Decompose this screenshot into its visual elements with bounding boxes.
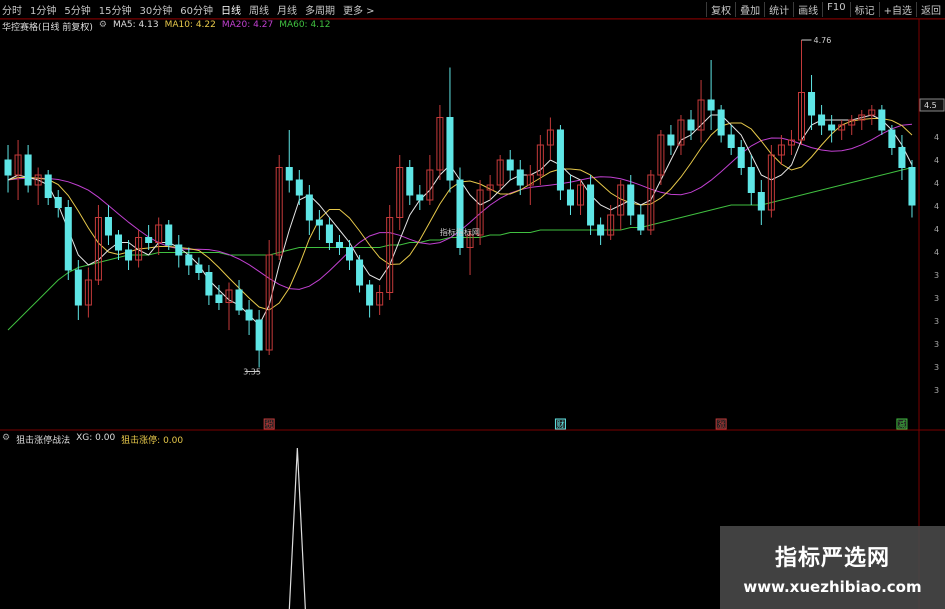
candle-body — [828, 124, 836, 131]
y-tick-label: 3 — [934, 363, 939, 372]
y-tick-label: 4 — [934, 248, 939, 257]
event-marker-label: 财 — [556, 419, 564, 429]
event-marker-label: 税 — [265, 419, 273, 429]
candle-body — [54, 197, 62, 208]
y-tick-label: 3 — [934, 340, 939, 349]
y-tick-label: 3 — [934, 317, 939, 326]
candle-body — [888, 129, 896, 148]
candle-body — [908, 167, 916, 206]
candle-body — [175, 244, 183, 256]
candle-body — [24, 154, 32, 186]
candle-body — [717, 109, 725, 136]
candle-body — [366, 284, 374, 306]
y-tick-label: 3 — [934, 271, 939, 280]
y-tick-label: 3 — [934, 294, 939, 303]
candle-body — [215, 294, 223, 303]
y-tick-label: 4 — [934, 225, 939, 234]
watermark-url: www.xuezhibiao.com — [743, 578, 922, 596]
candle-body — [64, 207, 72, 271]
candle-body — [145, 237, 153, 243]
candle-body — [456, 179, 464, 248]
watermark: 指标严选网 www.xuezhibiao.com — [720, 526, 945, 609]
candle-body — [346, 247, 354, 261]
candle-body — [235, 289, 243, 311]
candle-body — [195, 264, 203, 273]
y-tick-label: 4 — [934, 202, 939, 211]
candle-body — [898, 147, 906, 168]
candle-body — [566, 189, 574, 206]
candle-body — [125, 249, 133, 261]
candle-body — [627, 184, 635, 216]
candle-body — [185, 254, 193, 266]
candle-body — [255, 319, 263, 351]
candle-body — [637, 214, 645, 231]
candle-body — [356, 259, 364, 286]
signal-spike — [288, 447, 306, 609]
candle-body — [74, 269, 82, 306]
watermark-title: 指标严选网 — [774, 546, 890, 571]
last-price-label: 4.5 — [924, 101, 937, 110]
chart-watermark-label: 指标指标网 — [440, 227, 480, 237]
candle-body — [446, 117, 454, 181]
y-tick-label: 4 — [934, 156, 939, 165]
candle-body — [295, 179, 303, 196]
candle-body — [878, 109, 886, 131]
candle-body — [406, 167, 414, 196]
candle-body — [516, 169, 524, 186]
candle-body — [205, 272, 213, 296]
candle-body — [4, 159, 12, 176]
candle-body — [556, 129, 564, 191]
candle-body — [818, 114, 826, 126]
y-tick-label: 4 — [934, 133, 939, 142]
candle-body — [245, 309, 253, 321]
candle-body — [737, 147, 745, 168]
candle-body — [305, 194, 313, 221]
candle-body — [597, 224, 605, 236]
y-tick-label: 4 — [934, 179, 939, 188]
candle-body — [114, 234, 123, 251]
candle-body — [165, 224, 173, 246]
candle-body — [707, 99, 715, 111]
candle-body — [335, 242, 343, 248]
candle-body — [667, 134, 675, 146]
candle-body — [808, 92, 816, 116]
event-marker-label: 涨 — [717, 419, 725, 429]
candle-body — [44, 174, 52, 198]
candle-body — [757, 192, 765, 211]
candle-body — [285, 167, 293, 181]
candle-body — [325, 224, 333, 243]
candle-body — [104, 217, 112, 236]
candle-body — [506, 159, 514, 171]
high-price-label: 4.76 — [813, 36, 831, 45]
candle-body — [687, 119, 695, 131]
event-marker-label: 减 — [898, 419, 906, 429]
candle-body — [416, 194, 424, 201]
candle-body — [315, 219, 323, 226]
low-price-label: 3.35 — [243, 368, 261, 377]
kline-chart: 4 4 4 4 4 4 3 3 3 3 3 3 4.5 4.76 3.35 指标指标网税 财 涨 减 — [0, 18, 945, 609]
y-tick-label: 3 — [934, 386, 939, 395]
candle-body — [747, 167, 755, 193]
candle-body — [727, 134, 735, 148]
candle-body — [587, 184, 595, 226]
